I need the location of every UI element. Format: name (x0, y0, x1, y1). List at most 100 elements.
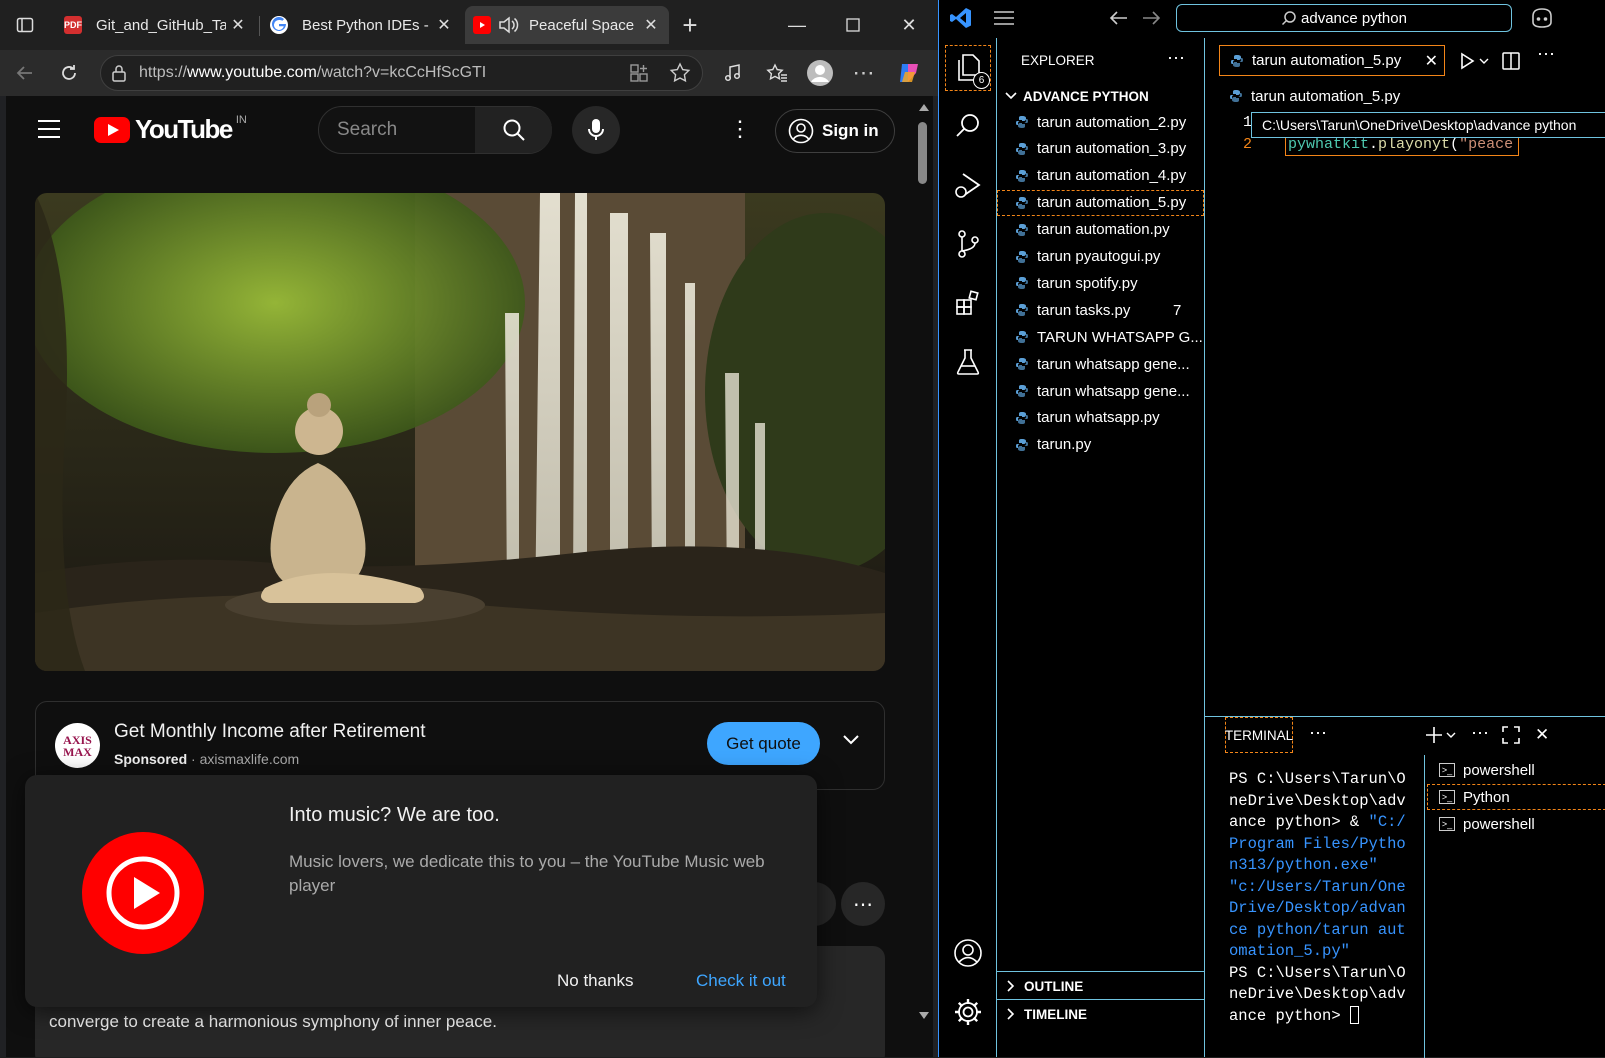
tab-python-ides[interactable]: Best Python IDEs - Google Search ✕ (262, 6, 462, 44)
file-item[interactable]: tarun automation_4.py (997, 163, 1204, 189)
tab-actions-icon[interactable] (10, 10, 40, 40)
close-tab-icon[interactable]: ✕ (1425, 51, 1438, 71)
maximize-panel-icon[interactable] (1502, 726, 1520, 744)
tab-git-github[interactable]: PDF Git_and_GitHub_Tasks ✕ (56, 6, 256, 44)
url-text: https://www.youtube.com/watch?v=kcCcHfSc… (139, 64, 486, 82)
url-host: www.youtube.com (187, 64, 317, 81)
source-control-icon[interactable] (945, 221, 991, 267)
close-tab-icon[interactable]: ✕ (639, 15, 663, 35)
file-item[interactable]: tarun whatsapp.py (997, 405, 1204, 431)
app-available-icon[interactable] (629, 63, 649, 83)
close-tab-icon[interactable]: ✕ (226, 15, 250, 35)
profile-avatar[interactable] (805, 58, 835, 88)
copilot-icon[interactable] (894, 58, 924, 88)
editor-more-icon[interactable]: ⋯ (1537, 44, 1555, 65)
panel-more-icon[interactable]: ⋯ (1309, 723, 1327, 744)
outline-section[interactable]: OUTLINE (997, 974, 1204, 998)
file-item[interactable]: TARUN WHATSAPP G... (997, 324, 1204, 350)
breadcrumb[interactable]: tarun automation_5.py (1205, 84, 1605, 108)
terminal-more-icon[interactable]: ⋯ (1471, 723, 1489, 744)
menu-icon[interactable] (993, 9, 1015, 27)
timeline-section[interactable]: TIMELINE (997, 1002, 1204, 1026)
check-it-out-button[interactable]: Check it out (696, 971, 786, 991)
close-tab-icon[interactable]: ✕ (432, 15, 456, 35)
terminal-list-item[interactable]: >_ Python (1427, 784, 1605, 810)
page-scrollbar[interactable] (914, 100, 932, 1025)
search-input[interactable]: Search (319, 107, 475, 153)
no-thanks-button[interactable]: No thanks (557, 971, 634, 991)
explorer-more-icon[interactable]: ⋯ (1167, 48, 1185, 69)
code-token-object: pywhatkit (1288, 136, 1370, 153)
folder-name: ADVANCE PYTHON (1023, 88, 1149, 104)
scroll-up-icon[interactable] (919, 104, 929, 111)
minimize-icon[interactable]: — (782, 10, 812, 40)
terminal-output[interactable]: PS C:\Users\Tarun\OneDrive\Desktop\advan… (1229, 769, 1407, 1027)
tab-title: Git_and_GitHub_Tasks (96, 16, 226, 34)
folder-header[interactable]: ADVANCE PYTHON (997, 84, 1204, 108)
editor-area: tarun automation_5.py ✕ ⋯ tarun automati… (1205, 38, 1605, 716)
settings-gear-icon[interactable] (945, 989, 991, 1035)
file-item[interactable]: tarun.py (997, 432, 1204, 458)
command-center-search[interactable]: advance python (1176, 4, 1512, 32)
video-player[interactable] (35, 193, 885, 671)
chevron-down-icon[interactable] (842, 734, 860, 746)
outline-label: OUTLINE (1024, 978, 1084, 994)
editor-tab-active[interactable]: tarun automation_5.py ✕ (1219, 45, 1445, 76)
testing-flask-icon[interactable] (945, 339, 991, 385)
close-panel-icon[interactable]: ✕ (1535, 725, 1549, 745)
ad-title[interactable]: Get Monthly Income after Retirement (114, 721, 426, 743)
sign-in-button[interactable]: Sign in (775, 109, 895, 153)
run-debug-icon[interactable] (945, 162, 991, 208)
back-icon[interactable] (10, 58, 40, 88)
split-editor-icon[interactable] (1501, 51, 1521, 71)
python-file-icon (1016, 196, 1028, 209)
file-item[interactable]: tarun whatsapp gene... (997, 351, 1204, 377)
nav-forward-icon[interactable] (1141, 9, 1161, 27)
tab-peaceful-space[interactable]: Peaceful Space ✕ (465, 6, 669, 44)
speaker-icon[interactable] (497, 15, 519, 35)
nav-back-icon[interactable] (1109, 9, 1129, 27)
favorites-icon[interactable] (762, 58, 792, 88)
maximize-icon[interactable] (838, 10, 868, 40)
file-name: tarun whatsapp gene... (1037, 355, 1190, 373)
file-item[interactable]: tarun automation.py (997, 217, 1204, 243)
explorer-icon[interactable]: 6 (945, 45, 991, 91)
voice-search-button[interactable] (572, 106, 620, 154)
search-icon[interactable] (945, 103, 991, 149)
get-quote-button[interactable]: Get quote (707, 722, 820, 765)
media-control-icon[interactable] (718, 58, 748, 88)
search-button[interactable] (475, 107, 552, 153)
timeline-label: TIMELINE (1024, 1006, 1087, 1022)
file-item[interactable]: tarun spotify.py (997, 270, 1204, 296)
python-file-icon (1016, 411, 1028, 424)
close-window-icon[interactable]: ✕ (894, 10, 924, 40)
settings-more-icon[interactable]: ⋮ (729, 118, 751, 140)
file-item[interactable]: tarun pyautogui.py (997, 244, 1204, 270)
chevron-down-icon (1005, 92, 1017, 100)
file-item[interactable]: tarun automation_2.py (997, 109, 1204, 135)
scrollbar-thumb[interactable] (918, 122, 927, 184)
more-actions-icon[interactable]: ⋯ (841, 882, 885, 926)
new-terminal-icon[interactable] (1425, 725, 1457, 745)
lock-icon[interactable] (111, 64, 127, 82)
address-bar[interactable]: https://www.youtube.com/watch?v=kcCcHfSc… (100, 55, 703, 91)
file-item[interactable]: tarun automation_3.py (997, 136, 1204, 162)
file-item[interactable]: tarun tasks.py 7 (997, 297, 1204, 323)
scroll-down-icon[interactable] (919, 1012, 929, 1019)
more-options-icon[interactable]: ⋯ (849, 58, 879, 88)
refresh-icon[interactable] (54, 58, 84, 88)
terminal-list-item[interactable]: >_ powershell (1427, 811, 1605, 837)
new-tab-button[interactable]: + (675, 10, 705, 40)
file-item[interactable]: tarun automation_5.py (997, 189, 1204, 216)
run-python-file-icon[interactable] (1459, 52, 1489, 70)
copilot-icon[interactable] (1529, 6, 1555, 30)
menu-icon[interactable] (36, 118, 62, 140)
youtube-logo[interactable]: YouTube IN (94, 114, 247, 145)
tab-terminal[interactable]: TERMINAL (1225, 717, 1293, 753)
favorite-star-icon[interactable] (669, 62, 691, 84)
terminal-list-item[interactable]: >_ powershell (1427, 757, 1605, 783)
extensions-icon[interactable] (945, 280, 991, 326)
youtube-music-icon (82, 832, 204, 954)
file-item[interactable]: tarun whatsapp gene... (997, 378, 1204, 404)
accounts-icon[interactable] (945, 930, 991, 976)
